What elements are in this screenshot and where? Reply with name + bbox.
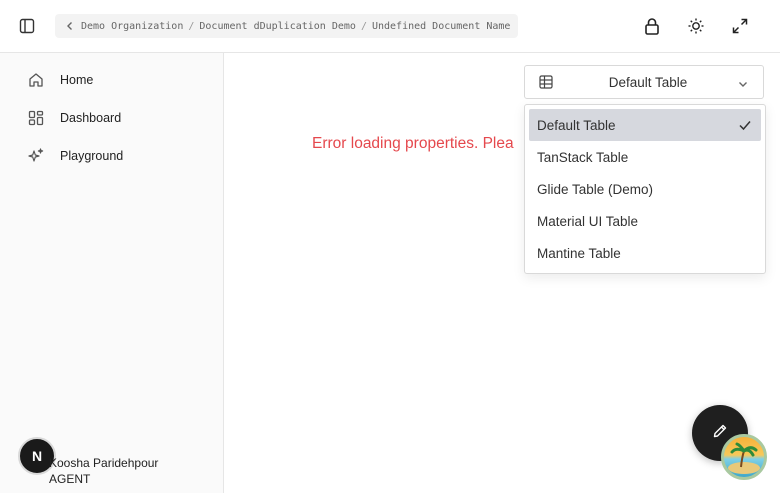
option-label: Mantine Table [537, 245, 621, 261]
dropdown-option-default-table[interactable]: Default Table [529, 109, 761, 141]
dropdown-option-mantine-table[interactable]: Mantine Table [529, 237, 761, 269]
chevron-left-icon[interactable] [63, 19, 77, 33]
breadcrumb-item[interactable]: Demo Organization [81, 21, 183, 32]
user-info: Koosha Paridehpour AGENT [49, 455, 158, 487]
user-role: AGENT [49, 472, 91, 486]
sidebar-item-dashboard[interactable]: Dashboard [0, 100, 223, 136]
island-illustration [728, 442, 760, 474]
pencil-icon [712, 423, 728, 444]
user-name: Koosha Paridehpour [49, 456, 159, 470]
lock-icon[interactable] [630, 12, 674, 40]
expand-icon[interactable] [718, 12, 762, 40]
dropdown-option-material-ui-table[interactable]: Material UI Table [529, 205, 761, 237]
sidebar-item-label: Home [60, 73, 94, 87]
option-label: Glide Table (Demo) [537, 181, 654, 197]
error-message: Error loading properties. Plea [312, 135, 514, 152]
sidebar-item-label: Playground [60, 149, 124, 163]
breadcrumb-item: Undefined Document Name [371, 20, 511, 32]
chevron-down-icon [737, 77, 749, 89]
sidebar-item-home[interactable]: Home [0, 62, 223, 98]
option-label: TanStack Table [537, 149, 629, 165]
option-label: Material UI Table [537, 213, 639, 229]
top-bar: Demo Organization / Document dDuplicatio… [0, 0, 780, 53]
dashboard-icon [28, 110, 44, 126]
breadcrumb-item[interactable]: Document dDuplication Demo [199, 21, 356, 32]
sun-icon[interactable] [674, 12, 718, 40]
breadcrumb-separator: / [188, 20, 195, 32]
breadcrumb: Demo Organization / Document dDuplicatio… [55, 14, 519, 38]
check-icon [737, 117, 753, 133]
sparkles-icon [28, 148, 44, 164]
user-profile[interactable]: N Koosha Paridehpour AGENT [18, 437, 158, 486]
dropdown-option-tanstack-table[interactable]: TanStack Table [529, 141, 761, 173]
table-type-dropdown: Default Table TanStack Table Glide Table… [524, 104, 766, 274]
top-toolbar [630, 12, 762, 40]
sidebar-item-playground[interactable]: Playground [0, 138, 223, 174]
select-value: Default Table [608, 74, 688, 90]
dropdown-option-glide-table[interactable]: Glide Table (Demo) [529, 173, 761, 205]
sidebar: Home Dashboard Playground N Koosha Parid… [0, 53, 224, 493]
sidebar-toggle-icon[interactable] [14, 14, 40, 38]
assistant-avatar[interactable] [721, 434, 767, 480]
sidebar-item-label: Dashboard [60, 111, 122, 125]
breadcrumb-separator: / [360, 20, 367, 32]
option-label: Default Table [537, 117, 616, 133]
table-type-select[interactable]: Default Table [524, 65, 764, 99]
home-icon [28, 72, 44, 88]
